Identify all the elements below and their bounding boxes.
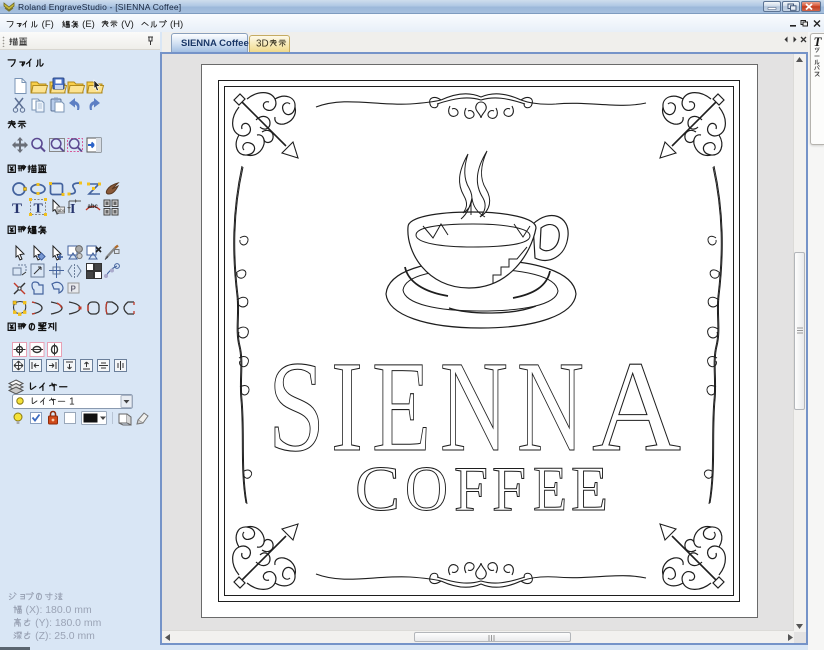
svg-text:I: I xyxy=(70,202,75,217)
svg-text:(E): (E) xyxy=(80,19,95,30)
svg-text:S: S xyxy=(268,335,325,479)
svg-text:abc: abc xyxy=(88,204,99,210)
svg-text:(Y): 180.0 mm: (Y): 180.0 mm xyxy=(32,618,101,629)
svg-text:E: E xyxy=(533,453,567,524)
svg-text:F: F xyxy=(454,453,488,524)
svg-text:P: P xyxy=(71,285,77,294)
svg-text:(Z): 25.0 mm: (Z): 25.0 mm xyxy=(32,631,95,642)
svg-text:(H): (H) xyxy=(167,19,183,30)
svg-text:E: E xyxy=(571,453,608,524)
svg-text:abc: abc xyxy=(58,208,66,213)
svg-text:C: C xyxy=(355,453,400,524)
svg-text:1: 1 xyxy=(66,396,74,407)
svg-text:T: T xyxy=(34,202,44,217)
svg-text:F: F xyxy=(492,453,526,524)
svg-text:O: O xyxy=(405,453,448,524)
svg-text:(X): 180.0 mm: (X): 180.0 mm xyxy=(23,605,92,616)
svg-text:(F): (F) xyxy=(39,19,54,30)
svg-text:T: T xyxy=(12,201,22,217)
svg-text:3D: 3D xyxy=(256,38,269,49)
svg-text:(V): (V) xyxy=(119,19,134,30)
